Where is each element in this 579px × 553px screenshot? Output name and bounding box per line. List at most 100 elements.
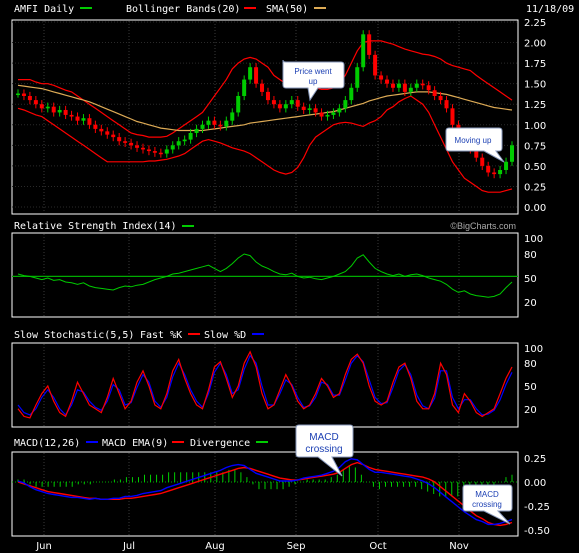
bollinger-upper-line <box>18 40 513 138</box>
candle-body <box>135 145 140 148</box>
candle-body <box>408 87 413 92</box>
candle-body <box>444 100 449 109</box>
callout-text-line1: MACD <box>475 490 499 499</box>
callout-price-went-up: Price went up <box>282 59 345 102</box>
candle-body <box>45 106 50 109</box>
stoch-lines <box>17 350 513 419</box>
price-grid <box>12 21 518 213</box>
stoch-label: Slow Stochastic(5,5) <box>14 330 134 341</box>
candle-body <box>289 100 294 105</box>
candle-body <box>295 100 300 107</box>
x-axis-label: Sep <box>287 541 306 552</box>
candle-body <box>301 106 306 110</box>
candle-body <box>486 165 491 173</box>
price-y-tick: 0.00 <box>524 203 546 214</box>
stoch-y-tick: 50 <box>524 382 537 393</box>
bollinger-lower-line <box>17 95 513 193</box>
candle-body <box>129 142 134 146</box>
candle-body <box>402 83 407 92</box>
candle-body <box>492 172 497 175</box>
candle-body <box>57 109 62 113</box>
candle-body <box>27 96 32 101</box>
candle-body <box>51 106 56 113</box>
candle-body <box>498 170 503 175</box>
stoch-slow-label: Slow %D <box>204 330 246 341</box>
candle-body <box>420 83 425 86</box>
candle-body <box>510 145 514 162</box>
candle-body <box>426 85 431 91</box>
callout-text-line1: MACD <box>309 432 338 443</box>
candle-body <box>218 124 223 127</box>
x-axis-label: Oct <box>369 541 386 552</box>
sma50-line <box>17 84 513 132</box>
price-y-tick: 0.75 <box>524 141 546 152</box>
candle-body <box>396 83 401 88</box>
candle-body <box>146 149 151 152</box>
candle-body <box>260 83 265 92</box>
candle-body <box>206 120 211 125</box>
macd-div-label: Divergence <box>190 438 250 449</box>
rsi-y-ticks: 100 80 50 20 <box>524 234 543 309</box>
candle-body <box>361 34 366 68</box>
candle-body <box>390 83 395 88</box>
candle-body <box>236 96 241 113</box>
candle-body <box>343 100 348 109</box>
candle-body <box>355 67 360 88</box>
price-y-tick: 2.25 <box>524 18 546 29</box>
x-axis-labels: Jun Jul Aug Sep Oct Nov <box>35 541 469 552</box>
candle-body <box>480 157 485 166</box>
macd-y-tick: -0.50 <box>524 526 550 537</box>
callout-text-line2: up <box>309 77 318 86</box>
callout-text-line2: crossing <box>472 500 502 509</box>
chart-svg: 2.25 2.00 1.75 1.50 1.25 1.00 0.75 0.50 0.25 0.00… <box>11 4 574 552</box>
candle-body <box>200 124 205 129</box>
price-panel-frame <box>11 19 519 215</box>
rsi-y-tick: 80 <box>524 250 537 261</box>
macd-grid <box>43 453 460 535</box>
price-y-tick: 0.25 <box>524 182 546 193</box>
candle-body <box>367 34 372 55</box>
candle-body <box>81 118 86 121</box>
candle-body <box>16 93 20 96</box>
candle-body <box>438 96 443 101</box>
candle-body <box>111 134 116 138</box>
x-axis-label: Aug <box>205 541 225 552</box>
price-y-tick: 1.00 <box>524 121 546 132</box>
stoch-y-tick: 20 <box>524 405 537 416</box>
candle-body <box>349 87 354 101</box>
candle-body <box>212 120 217 125</box>
sma-label: SMA(50) <box>266 4 308 15</box>
stoch-panel-frame <box>11 342 519 428</box>
candle-body <box>242 79 247 96</box>
candle-body <box>158 152 163 155</box>
rsi-y-tick: 100 <box>524 234 543 245</box>
candle-body <box>21 93 26 96</box>
macd-y-ticks: 0.25 0.00 -0.25 -0.50 <box>524 454 550 537</box>
macd-line <box>17 458 513 526</box>
candle-body <box>33 100 38 105</box>
macd-ema-label: MACD EMA(9) <box>102 438 168 449</box>
callout-text-line1: Price went <box>294 67 332 76</box>
candle-body <box>385 79 390 84</box>
candle-body <box>99 128 104 132</box>
rsi-y-tick: 20 <box>524 298 537 309</box>
candle-body <box>117 137 122 142</box>
candle-body <box>93 124 98 129</box>
candle-body <box>373 54 378 76</box>
stoch-y-tick: 80 <box>524 359 537 370</box>
candle-body <box>75 116 80 121</box>
price-y-tick: 1.25 <box>524 100 546 111</box>
candle-body <box>176 141 181 146</box>
rsi-line <box>17 253 513 298</box>
candle-body <box>230 112 235 121</box>
stoch-fast-label: Fast %K <box>140 330 182 341</box>
stoch-y-tick: 100 <box>524 344 543 355</box>
candle-body <box>319 112 324 117</box>
macd-y-tick: -0.25 <box>524 502 550 513</box>
rsi-panel-frame <box>11 232 519 318</box>
ticker-label: AMFI Daily <box>14 4 74 15</box>
candle-body <box>123 141 128 143</box>
price-y-tick: 0.50 <box>524 162 546 173</box>
callout-text: Moving up <box>455 136 492 145</box>
candle-body <box>170 145 175 150</box>
